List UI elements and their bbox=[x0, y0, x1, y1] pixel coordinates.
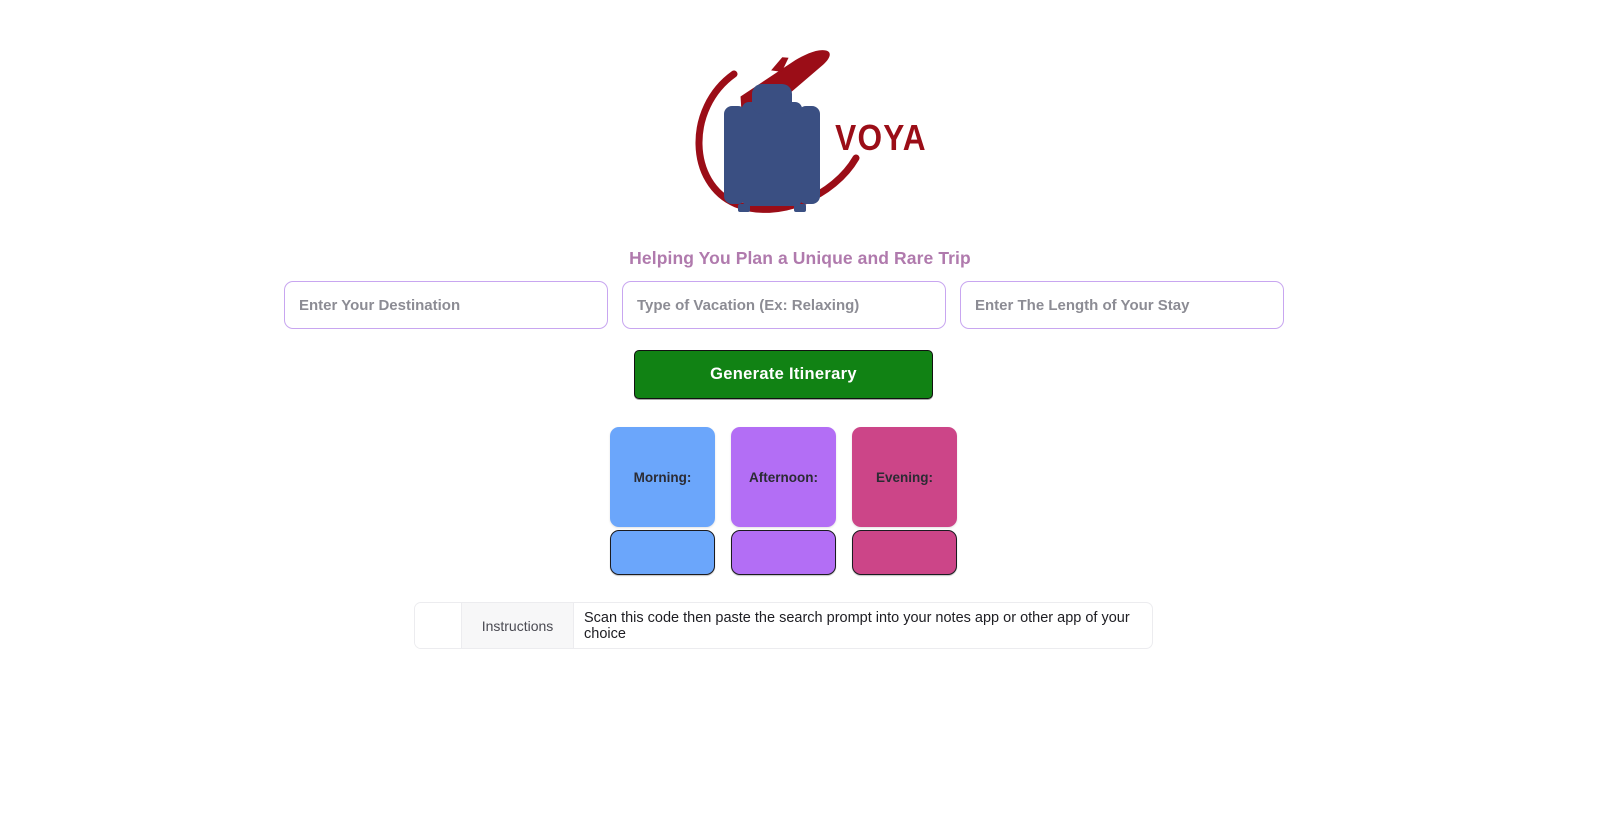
tagline: Helping You Plan a Unique and Rare Trip bbox=[629, 248, 971, 268]
stay-length-input[interactable] bbox=[960, 281, 1284, 329]
afternoon-card-body[interactable] bbox=[731, 530, 836, 575]
instructions-blank-cell bbox=[415, 603, 462, 648]
vacation-type-input[interactable] bbox=[622, 281, 946, 329]
app-root: VOYAGERAI Helping You Plan a Unique and … bbox=[0, 0, 1600, 834]
search-form bbox=[284, 281, 1284, 329]
generate-itinerary-button[interactable]: Generate Itinerary bbox=[634, 350, 933, 399]
instructions-table: Instructions Scan this code then paste t… bbox=[414, 602, 1153, 649]
itinerary-card-evening: Evening: bbox=[852, 427, 957, 575]
itinerary-cards: Morning: Afternoon: Evening: bbox=[610, 427, 957, 575]
evening-card-body[interactable] bbox=[852, 530, 957, 575]
airplane-suitcase-logo-icon: VOYAGERAI bbox=[695, 50, 926, 213]
morning-card-body[interactable] bbox=[610, 530, 715, 575]
brand-wordmark: VOYAGERAI bbox=[835, 118, 926, 159]
destination-input[interactable] bbox=[284, 281, 608, 329]
evening-card-header: Evening: bbox=[852, 427, 957, 527]
morning-card-header: Morning: bbox=[610, 427, 715, 527]
itinerary-card-morning: Morning: bbox=[610, 427, 715, 575]
instructions-header-cell: Instructions bbox=[462, 603, 574, 648]
morning-card-label: Morning: bbox=[633, 469, 692, 485]
afternoon-card-label: Afternoon: bbox=[749, 469, 818, 485]
itinerary-card-afternoon: Afternoon: bbox=[731, 427, 836, 575]
afternoon-card-header: Afternoon: bbox=[731, 427, 836, 527]
instructions-text-cell: Scan this code then paste the search pro… bbox=[584, 609, 1130, 642]
evening-card-label: Evening: bbox=[875, 469, 933, 485]
brand-logo: VOYAGERAI bbox=[0, 40, 1600, 232]
